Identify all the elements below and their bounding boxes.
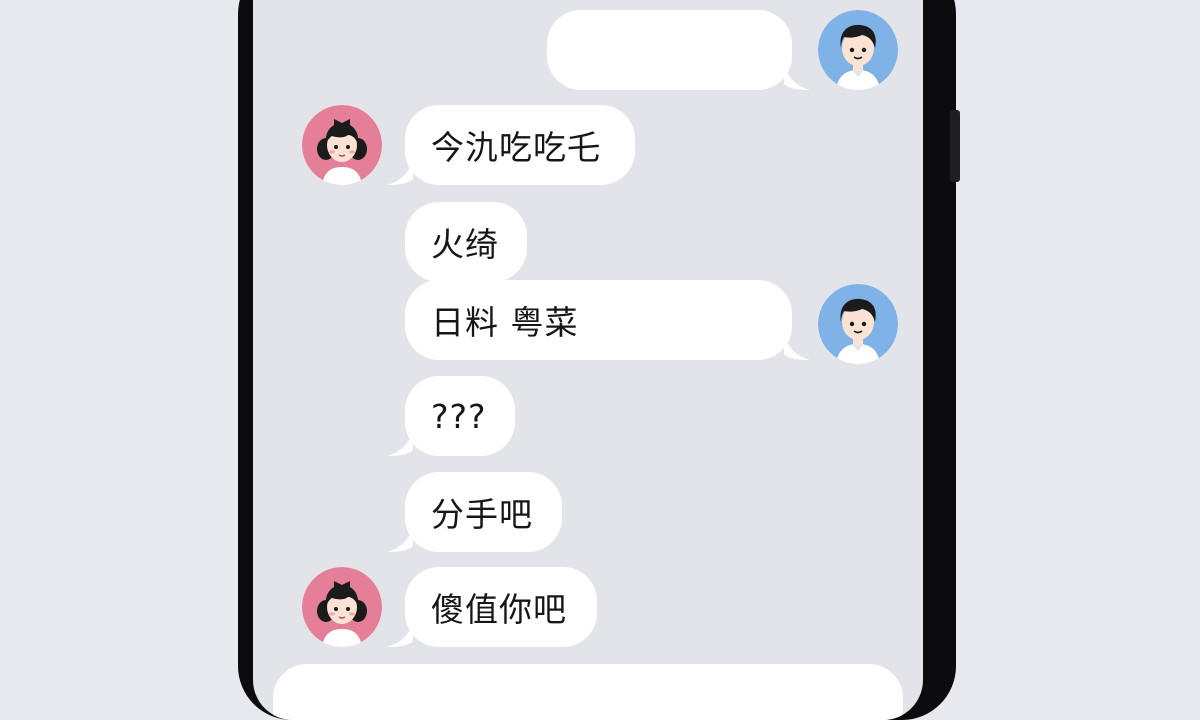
bubble-tail	[387, 159, 413, 185]
bubble-tail	[387, 430, 413, 456]
bubble-tail	[784, 64, 810, 90]
message-bubble-outgoing[interactable]	[547, 10, 810, 90]
message-bubble-incoming[interactable]: 傻值你吧	[387, 567, 597, 647]
bubble-tail	[387, 621, 413, 647]
girl-avatar-icon[interactable]	[302, 567, 382, 647]
phone-side-button	[950, 110, 960, 182]
message-bubble-incoming[interactable]: 分手吧	[387, 472, 562, 552]
message-text: 分手吧	[431, 495, 533, 534]
message-bubble-incoming[interactable]: 今氿吃吃乇	[387, 105, 635, 185]
bubble-tail	[387, 526, 413, 552]
boy-avatar-icon[interactable]	[818, 284, 898, 364]
message-text: ???	[431, 396, 487, 436]
message-text: 火绮	[431, 225, 499, 264]
bubble-tail	[784, 334, 810, 360]
message-bubble-incoming[interactable]: ???	[387, 376, 515, 456]
message-bubble-outgoing[interactable]	[273, 664, 903, 720]
message-bubble-outgoing[interactable]: 日料 粤菜	[405, 280, 810, 360]
message-text: 傻值你吧	[431, 590, 567, 629]
message-text: 今氿吃吃乇	[431, 128, 601, 167]
chat-screen[interactable]: 今氿吃吃乇 火绮 日料 粤菜 ??? 分手吧 傻值你吧	[253, 0, 923, 720]
message-text: 日料 粤菜	[431, 303, 579, 342]
message-bubble-incoming[interactable]: 火绮	[405, 202, 527, 282]
girl-avatar-icon[interactable]	[302, 105, 382, 185]
boy-avatar-icon[interactable]	[818, 10, 898, 90]
